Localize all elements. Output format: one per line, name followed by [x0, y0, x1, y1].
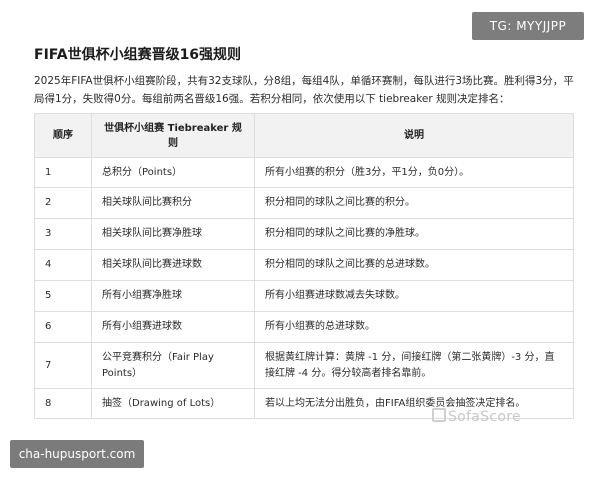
tiebreaker-table: 顺序 世俱杯小组赛 Tiebreaker 规则 说明 1 总积分（Points）… — [34, 113, 574, 419]
row-rule: 所有小组赛净胜球 — [91, 280, 255, 312]
page-title: FIFA世俱杯小组赛晋级16强规则 — [34, 47, 242, 63]
row-description: 所有小组赛的积分（胜3分，平1分，负0分）。 — [254, 157, 574, 188]
header-order: 顺序 — [34, 113, 92, 158]
sofascore-watermark: SofaScore — [432, 408, 521, 425]
row-description: 根据黄红牌计算：黄牌 -1 分，间接红牌（第二张黄牌）-3 分，直接红牌 -4 … — [254, 342, 574, 389]
row-description: 所有小组赛的总进球数。 — [254, 311, 574, 343]
row-order: 2 — [34, 187, 92, 219]
row-rule: 抽签（Drawing of Lots） — [91, 388, 255, 419]
row-description: 积分相同的球队之间比赛的总进球数。 — [254, 249, 574, 281]
row-description: 所有小组赛进球数减去失球数。 — [254, 280, 574, 312]
row-order: 8 — [34, 388, 92, 419]
site-badge: cha-hupusport.com — [10, 440, 144, 468]
table-row: 5 所有小组赛净胜球 所有小组赛进球数减去失球数。 — [34, 280, 574, 312]
table-row: 3 相关球队间比赛净胜球 积分相同的球队之间比赛的净胜球。 — [34, 218, 574, 250]
header-description: 说明 — [254, 113, 574, 158]
row-rule: 相关球队间比赛净胜球 — [91, 218, 255, 250]
row-rule: 所有小组赛进球数 — [91, 311, 255, 343]
telegram-badge: TG: MYYJJPP — [472, 12, 584, 40]
row-rule: 公平竞赛积分（Fair Play Points） — [91, 342, 255, 389]
table-header-row: 顺序 世俱杯小组赛 Tiebreaker 规则 说明 — [34, 113, 574, 158]
row-description: 积分相同的球队之间比赛的净胜球。 — [254, 218, 574, 250]
row-rule: 总积分（Points） — [91, 157, 255, 188]
header-rule: 世俱杯小组赛 Tiebreaker 规则 — [91, 113, 255, 158]
table-row: 1 总积分（Points） 所有小组赛的积分（胜3分，平1分，负0分）。 — [34, 157, 574, 188]
table-row: 2 相关球队间比赛积分 积分相同的球队之间比赛的积分。 — [34, 187, 574, 219]
row-rule: 相关球队间比赛进球数 — [91, 249, 255, 281]
row-order: 4 — [34, 249, 92, 281]
watermark-text: SofaScore — [448, 409, 521, 425]
table-row: 7 公平竞赛积分（Fair Play Points） 根据黄红牌计算：黄牌 -1… — [34, 342, 574, 389]
row-order: 1 — [34, 157, 92, 188]
row-description: 若以上均无法分出胜负，由FIFA组织委员会抽签决定排名。 — [254, 388, 574, 419]
row-order: 5 — [34, 280, 92, 312]
table-row: 4 相关球队间比赛进球数 积分相同的球队之间比赛的总进球数。 — [34, 249, 574, 281]
table-row: 6 所有小组赛进球数 所有小组赛的总进球数。 — [34, 311, 574, 343]
row-description: 积分相同的球队之间比赛的积分。 — [254, 187, 574, 219]
row-rule: 相关球队间比赛积分 — [91, 187, 255, 219]
sofascore-logo-icon — [432, 408, 446, 422]
row-order: 7 — [34, 342, 92, 389]
row-order: 3 — [34, 218, 92, 250]
row-order: 6 — [34, 311, 92, 343]
intro-paragraph: 2025年FIFA世俱杯小组赛阶段，共有32支球队，分8组，每组4队，单循环赛制… — [34, 75, 574, 105]
